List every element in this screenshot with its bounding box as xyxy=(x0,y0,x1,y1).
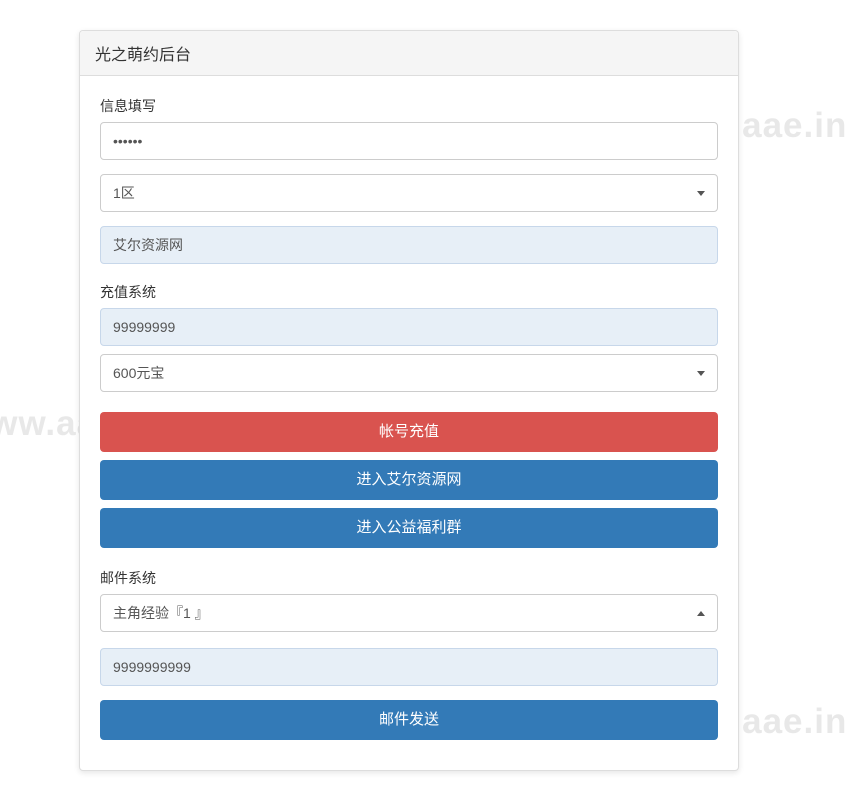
zone-select-value: 1区 xyxy=(113,181,135,205)
mail-section-label: 邮件系统 xyxy=(100,568,718,588)
recharge-item-select[interactable]: 600元宝 xyxy=(100,354,718,392)
panel-body: 信息填写 •••••• 1区 艾尔资源网 充值系统 99999999 600元宝… xyxy=(80,76,738,770)
mail-send-button[interactable]: 邮件发送 xyxy=(100,700,718,740)
mail-quantity-input[interactable]: 9999999999 xyxy=(100,648,718,686)
zone-select[interactable]: 1区 xyxy=(100,174,718,212)
recharge-section-label: 充值系统 xyxy=(100,282,718,302)
main-panel: 光之萌约后台 信息填写 •••••• 1区 艾尔资源网 充值系统 9999999… xyxy=(79,30,739,771)
recharge-button[interactable]: 帐号充值 xyxy=(100,412,718,452)
caret-down-icon xyxy=(697,191,705,196)
caret-up-icon xyxy=(697,611,705,616)
mail-template-select[interactable]: 主角经验『1 』 xyxy=(100,594,718,632)
info-section-label: 信息填写 xyxy=(100,96,718,116)
enter-site-button[interactable]: 进入艾尔资源网 xyxy=(100,460,718,500)
site-name-field[interactable]: 艾尔资源网 xyxy=(100,226,718,264)
password-input[interactable]: •••••• xyxy=(100,122,718,160)
mail-template-value: 主角经验『1 』 xyxy=(113,601,209,625)
caret-down-icon xyxy=(697,371,705,376)
recharge-amount-input[interactable]: 99999999 xyxy=(100,308,718,346)
panel-title: 光之萌约后台 xyxy=(80,31,738,76)
recharge-item-value: 600元宝 xyxy=(113,361,164,385)
enter-group-button[interactable]: 进入公益福利群 xyxy=(100,508,718,548)
